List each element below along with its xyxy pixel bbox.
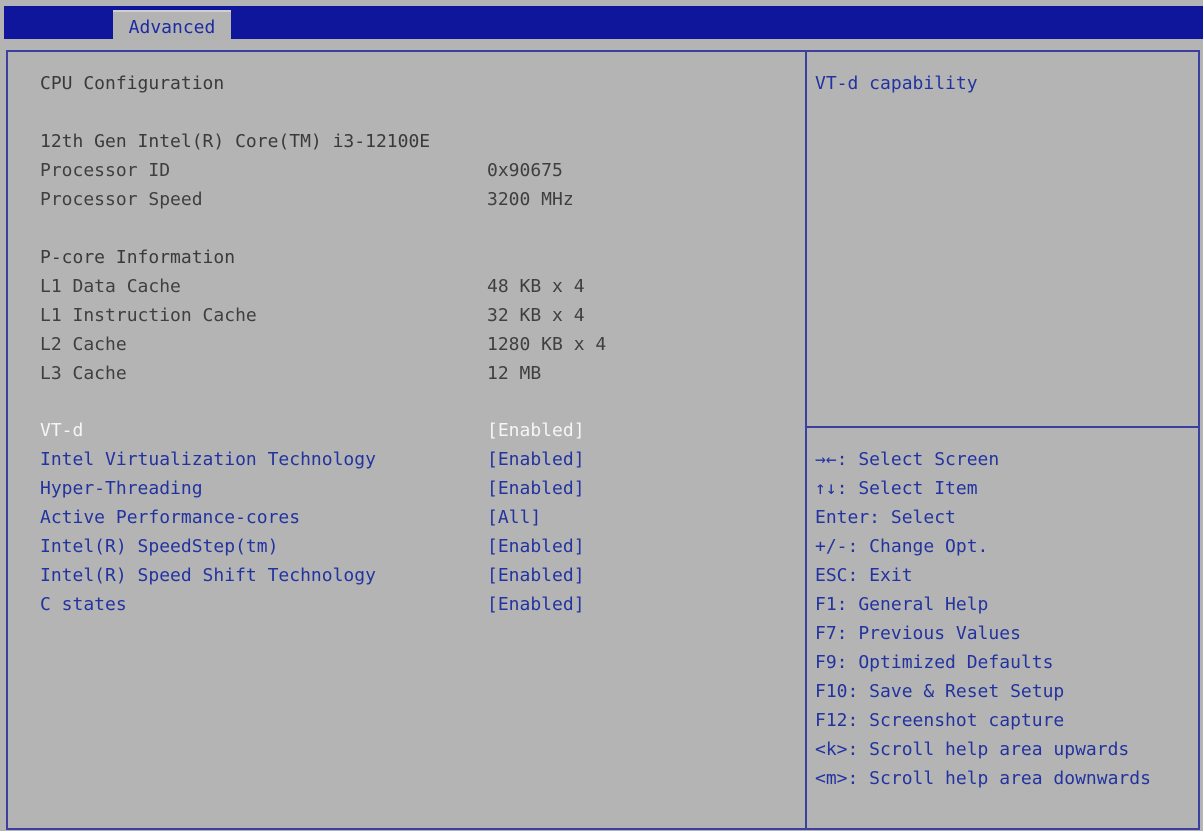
cpu-name: 12th Gen Intel(R) Core(TM) i3-12100E	[40, 131, 431, 152]
cache-value: 48 KB x 4	[487, 276, 585, 297]
setting-vt-d[interactable]: VT-d [Enabled]	[0, 416, 800, 445]
help-divider	[807, 426, 1200, 428]
key-hint-select-screen: →←: Select Screen	[815, 449, 1000, 470]
cache-label: L1 Instruction Cache	[40, 305, 257, 326]
setting-value[interactable]: [Enabled]	[487, 416, 585, 445]
setting-value[interactable]: [Enabled]	[487, 474, 585, 503]
cache-label: L3 Cache	[40, 363, 127, 384]
help-title: VT-d capability	[815, 73, 978, 94]
panel-divider	[805, 52, 807, 829]
cache-row-l2: L2 Cache 1280 KB x 4	[0, 330, 800, 359]
setting-value[interactable]: [All]	[487, 503, 541, 532]
setting-label: VT-d	[40, 420, 84, 441]
info-label: Processor Speed	[40, 189, 203, 210]
bios-screen: Advanced CPU Configuration 12th Gen Inte…	[0, 0, 1203, 831]
tab-advanced[interactable]: Advanced	[113, 10, 231, 41]
pcore-title: P-core Information	[40, 247, 236, 268]
key-hint-enter: Enter: Select	[815, 507, 956, 528]
section-title: CPU Configuration	[40, 73, 225, 94]
key-hint-f1: F1: General Help	[815, 594, 989, 615]
info-row-processor-speed: Processor Speed 3200 MHz	[0, 185, 800, 214]
cache-row-l1i: L1 Instruction Cache 32 KB x 4	[0, 301, 800, 330]
setting-label: Hyper-Threading	[40, 478, 203, 499]
setting-value[interactable]: [Enabled]	[487, 532, 585, 561]
key-hint-scroll-up: <k>: Scroll help area upwards	[815, 739, 1130, 760]
setting-intel-virtualization[interactable]: Intel Virtualization Technology [Enabled…	[0, 445, 800, 474]
info-value: 0x90675	[487, 160, 563, 181]
key-hint-select-item: ↑↓: Select Item	[815, 478, 978, 499]
setting-label: Intel(R) Speed Shift Technology	[40, 565, 376, 586]
setting-label: Intel Virtualization Technology	[40, 449, 376, 470]
cache-row-l1d: L1 Data Cache 48 KB x 4	[0, 272, 800, 301]
key-hint-f10: F10: Save & Reset Setup	[815, 681, 1065, 702]
setting-label: C states	[40, 594, 127, 615]
cache-value: 32 KB x 4	[487, 305, 585, 326]
key-hint-change-opt: +/-: Change Opt.	[815, 536, 989, 557]
setting-value[interactable]: [Enabled]	[487, 561, 585, 590]
info-value: 3200 MHz	[487, 189, 574, 210]
key-hint-scroll-down: <m>: Scroll help area downwards	[815, 768, 1151, 789]
cache-label: L1 Data Cache	[40, 276, 181, 297]
setting-value[interactable]: [Enabled]	[487, 590, 585, 619]
key-hint-f9: F9: Optimized Defaults	[815, 652, 1054, 673]
key-hint-f7: F7: Previous Values	[815, 623, 1021, 644]
cache-value: 1280 KB x 4	[487, 334, 607, 355]
setting-label: Active Performance-cores	[40, 507, 301, 528]
cache-row-l3: L3 Cache 12 MB	[0, 359, 800, 388]
key-hint-esc: ESC: Exit	[815, 565, 913, 586]
setting-speed-shift[interactable]: Intel(R) Speed Shift Technology [Enabled…	[0, 561, 800, 590]
setting-active-performance-cores[interactable]: Active Performance-cores [All]	[0, 503, 800, 532]
cache-label: L2 Cache	[40, 334, 127, 355]
setting-hyper-threading[interactable]: Hyper-Threading [Enabled]	[0, 474, 800, 503]
setting-label: Intel(R) SpeedStep(tm)	[40, 536, 279, 557]
key-hint-f12: F12: Screenshot capture	[815, 710, 1065, 731]
setting-value[interactable]: [Enabled]	[487, 445, 585, 474]
setting-speedstep[interactable]: Intel(R) SpeedStep(tm) [Enabled]	[0, 532, 800, 561]
setting-c-states[interactable]: C states [Enabled]	[0, 590, 800, 619]
info-label: Processor ID	[40, 160, 171, 181]
cache-value: 12 MB	[487, 363, 542, 384]
info-row-processor-id: Processor ID 0x90675	[0, 156, 800, 185]
